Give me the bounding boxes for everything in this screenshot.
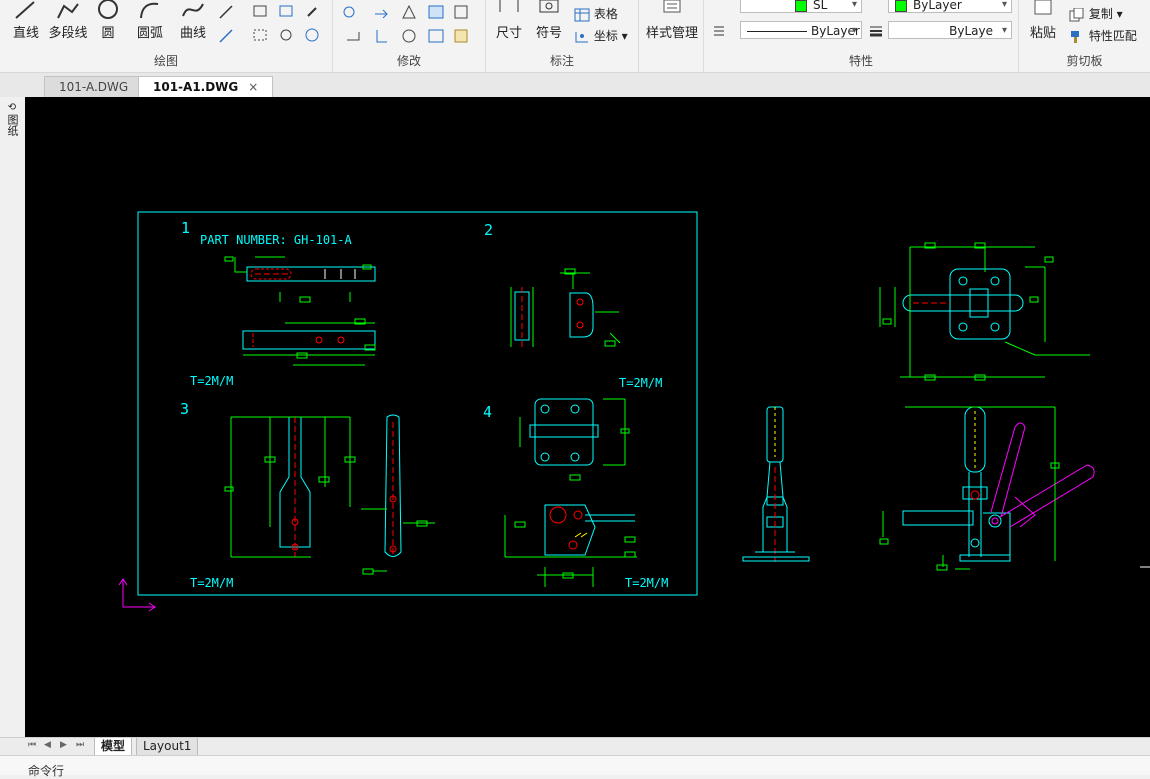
arc-icon — [140, 2, 159, 19]
top-plan-view — [879, 242, 1090, 381]
thickness-note-2: T=2M/M — [619, 376, 662, 390]
sheet-border — [137, 211, 698, 596]
paste-icon — [1034, 0, 1052, 15]
curve-tool[interactable]: 曲线 — [175, 0, 211, 41]
properties-group: SL ByLayer ByLayer ByLaye 特性 — [704, 0, 1019, 72]
ribbon: 直线 多段线 圆 圆弧 曲线 绘图 修改 尺寸 符号 表格 坐标 ▾ 标注 样式… — [0, 0, 1150, 73]
command-line-label: 命令行 — [28, 764, 65, 778]
thickness-note-3: T=2M/M — [190, 576, 233, 590]
style-manager-icon — [663, 0, 681, 13]
copy-icon — [1069, 7, 1084, 21]
view-1-index: 1 — [181, 219, 190, 237]
view-3 — [224, 414, 435, 575]
layout-tab-bar: ⏮ ◀ ▶ ⏭ 模型 Layout1 — [0, 737, 1150, 756]
drawing-panel-tab[interactable]: ⟲ 图纸 — [4, 101, 20, 139]
linetype-icon — [714, 26, 724, 36]
modify-group-label: 修改 — [396, 54, 421, 68]
style-manager-button[interactable]: 样式管理 — [641, 0, 703, 41]
view-1 — [224, 256, 376, 366]
layer-dropdown[interactable]: SL — [740, 0, 862, 13]
line-tool[interactable]: 直线 — [8, 0, 44, 41]
modify-tools[interactable] — [341, 4, 481, 48]
table-tool[interactable]: 表格 — [574, 5, 618, 22]
style-group: 样式管理 — [639, 0, 704, 72]
view-4 — [504, 398, 637, 587]
copy-button[interactable]: 复制 ▾ — [1069, 5, 1123, 22]
layer-color-swatch — [795, 0, 807, 12]
view-4-index: 4 — [483, 403, 492, 421]
annotate-group-label: 标注 — [549, 54, 574, 68]
draw-small-tools[interactable] — [216, 4, 326, 48]
first-layout-icon[interactable]: ⏮ — [28, 740, 36, 750]
symbol-icon — [539, 0, 559, 13]
view-2 — [510, 268, 621, 347]
next-layout-icon[interactable]: ▶ — [60, 740, 67, 750]
curve-icon — [182, 3, 204, 17]
modify-group: 修改 — [333, 0, 486, 72]
tab-layout1[interactable]: Layout1 — [136, 738, 199, 756]
close-icon[interactable]: × — [248, 80, 258, 94]
properties-group-label: 特性 — [848, 54, 873, 68]
coordinate-icon — [575, 31, 588, 42]
command-line[interactable]: 命令行 — [0, 755, 1150, 778]
thickness-note-1: T=2M/M — [190, 374, 233, 388]
front-elevation-view — [879, 406, 1095, 571]
thickness-note-4: T=2M/M — [625, 576, 668, 590]
arc-tool[interactable]: 圆弧 — [132, 0, 168, 41]
annotate-group: 尺寸 符号 表格 坐标 ▾ 标注 — [486, 0, 639, 72]
lineweight-icon — [870, 26, 882, 37]
tab-101-a1[interactable]: 101-A1.DWG × — [138, 76, 274, 97]
document-tab-bar: 101-A.DWG 101-A1.DWG × — [0, 73, 1150, 98]
dimension-icon — [499, 0, 519, 12]
match-properties-button[interactable]: 特性匹配 — [1069, 27, 1137, 44]
circle-tool[interactable]: 圆 — [94, 0, 122, 41]
part-number-label: PART NUMBER: GH-101-A — [200, 233, 352, 247]
polyline-icon — [57, 3, 79, 19]
tab-101-a[interactable]: 101-A.DWG — [44, 76, 144, 97]
view-3-index: 3 — [180, 400, 189, 418]
table-icon — [574, 8, 590, 21]
paste-button[interactable]: 粘贴 — [1025, 0, 1061, 41]
tab-model[interactable]: 模型 — [94, 738, 133, 756]
line-icon — [15, 1, 35, 19]
clipboard-group-label: 剪切板 — [1066, 54, 1103, 68]
color-swatch — [895, 0, 907, 12]
panel-pin-icon: ⟲ — [7, 102, 17, 113]
match-properties-icon — [1071, 30, 1079, 43]
draw-group: 直线 多段线 圆 圆弧 曲线 绘图 — [0, 0, 333, 72]
dimension-tool[interactable]: 尺寸 — [492, 0, 526, 41]
view-2-index: 2 — [484, 221, 493, 239]
circle-icon — [98, 0, 118, 19]
left-panel: ⟲ 图纸 — [0, 97, 25, 737]
symbol-tool[interactable]: 符号 — [532, 0, 566, 41]
cad-drawing: 1 PART NUMBER: GH-101-A 2 3 4 T=2M/M T=2… — [118, 211, 1150, 612]
last-layout-icon[interactable]: ⏭ — [76, 740, 84, 750]
coordinate-tool[interactable]: 坐标 ▾ — [574, 27, 628, 44]
lineweight-dropdown[interactable]: ByLaye — [888, 21, 1012, 39]
prev-layout-icon[interactable]: ◀ — [44, 740, 51, 750]
draw-group-label: 绘图 — [153, 54, 178, 68]
side-elevation-view — [742, 406, 810, 562]
clipboard-group: 粘贴 复制 ▾ 特性匹配 剪切板 — [1019, 0, 1150, 72]
linetype-dropdown[interactable]: ByLayer — [740, 21, 862, 39]
color-dropdown[interactable]: ByLayer — [888, 0, 1012, 13]
linetype-sample — [747, 31, 807, 32]
drawing-canvas[interactable]: 1 PART NUMBER: GH-101-A 2 3 4 T=2M/M T=2… — [25, 97, 1150, 737]
polyline-tool[interactable]: 多段线 — [46, 0, 90, 41]
